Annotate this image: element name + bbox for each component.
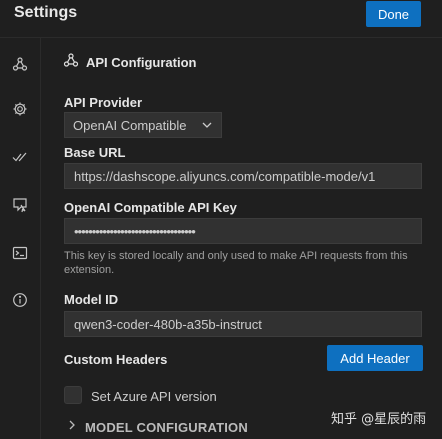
base-url-field[interactable]: https://dashscope.aliyuncs.com/compatibl… — [64, 163, 422, 189]
section-title: API Configuration — [86, 54, 197, 70]
azure-api-version-label[interactable]: Set Azure API version — [91, 389, 217, 404]
custom-headers-label: Custom Headers — [64, 352, 168, 367]
api-provider-label: API Provider — [64, 95, 143, 110]
watermark: 知乎 @星辰的雨 — [331, 412, 427, 427]
webhook-icon — [63, 52, 79, 73]
model-configuration-label: MODEL CONFIGURATION — [85, 419, 248, 435]
api-key-field[interactable]: •••••••••••••••••••••••••••••••••• — [64, 218, 422, 244]
api-provider-value: OpenAI Compatible — [73, 117, 187, 133]
section-header: API Configuration — [63, 52, 197, 72]
model-id-field[interactable]: qwen3-coder-480b-a35b-instruct — [64, 311, 422, 337]
base-url-value: https://dashscope.aliyuncs.com/compatibl… — [74, 168, 376, 184]
terminal-icon[interactable] — [11, 244, 29, 262]
api-key-hint: This key is stored locally and only used… — [64, 250, 408, 276]
done-button[interactable]: Done — [366, 1, 421, 27]
page-title: Settings — [14, 4, 78, 21]
chevron-down-icon — [201, 119, 213, 134]
check-all-icon[interactable] — [11, 148, 29, 166]
api-key-value: •••••••••••••••••••••••••••••••••• — [74, 223, 196, 239]
model-configuration-toggle[interactable]: MODEL CONFIGURATION — [67, 418, 248, 436]
api-provider-select[interactable]: OpenAI Compatible — [64, 112, 222, 138]
add-header-button[interactable]: Add Header — [327, 345, 423, 371]
azure-api-version-checkbox[interactable] — [64, 386, 82, 404]
base-url-label: Base URL — [64, 145, 126, 160]
settings-content: API Configuration API Provider OpenAI Co… — [41, 38, 442, 439]
settings-header: Settings Done — [0, 0, 442, 38]
webhook-icon[interactable] — [11, 55, 29, 73]
info-icon[interactable] — [11, 291, 29, 309]
sidebar — [0, 38, 41, 439]
gear-icon[interactable] — [11, 100, 29, 118]
model-id-value: qwen3-coder-480b-a35b-instruct — [74, 316, 262, 332]
api-key-label: OpenAI Compatible API Key — [64, 200, 237, 215]
model-id-label: Model ID — [64, 292, 119, 307]
comment-pointer-icon[interactable] — [11, 196, 29, 214]
chevron-right-icon — [67, 418, 77, 436]
